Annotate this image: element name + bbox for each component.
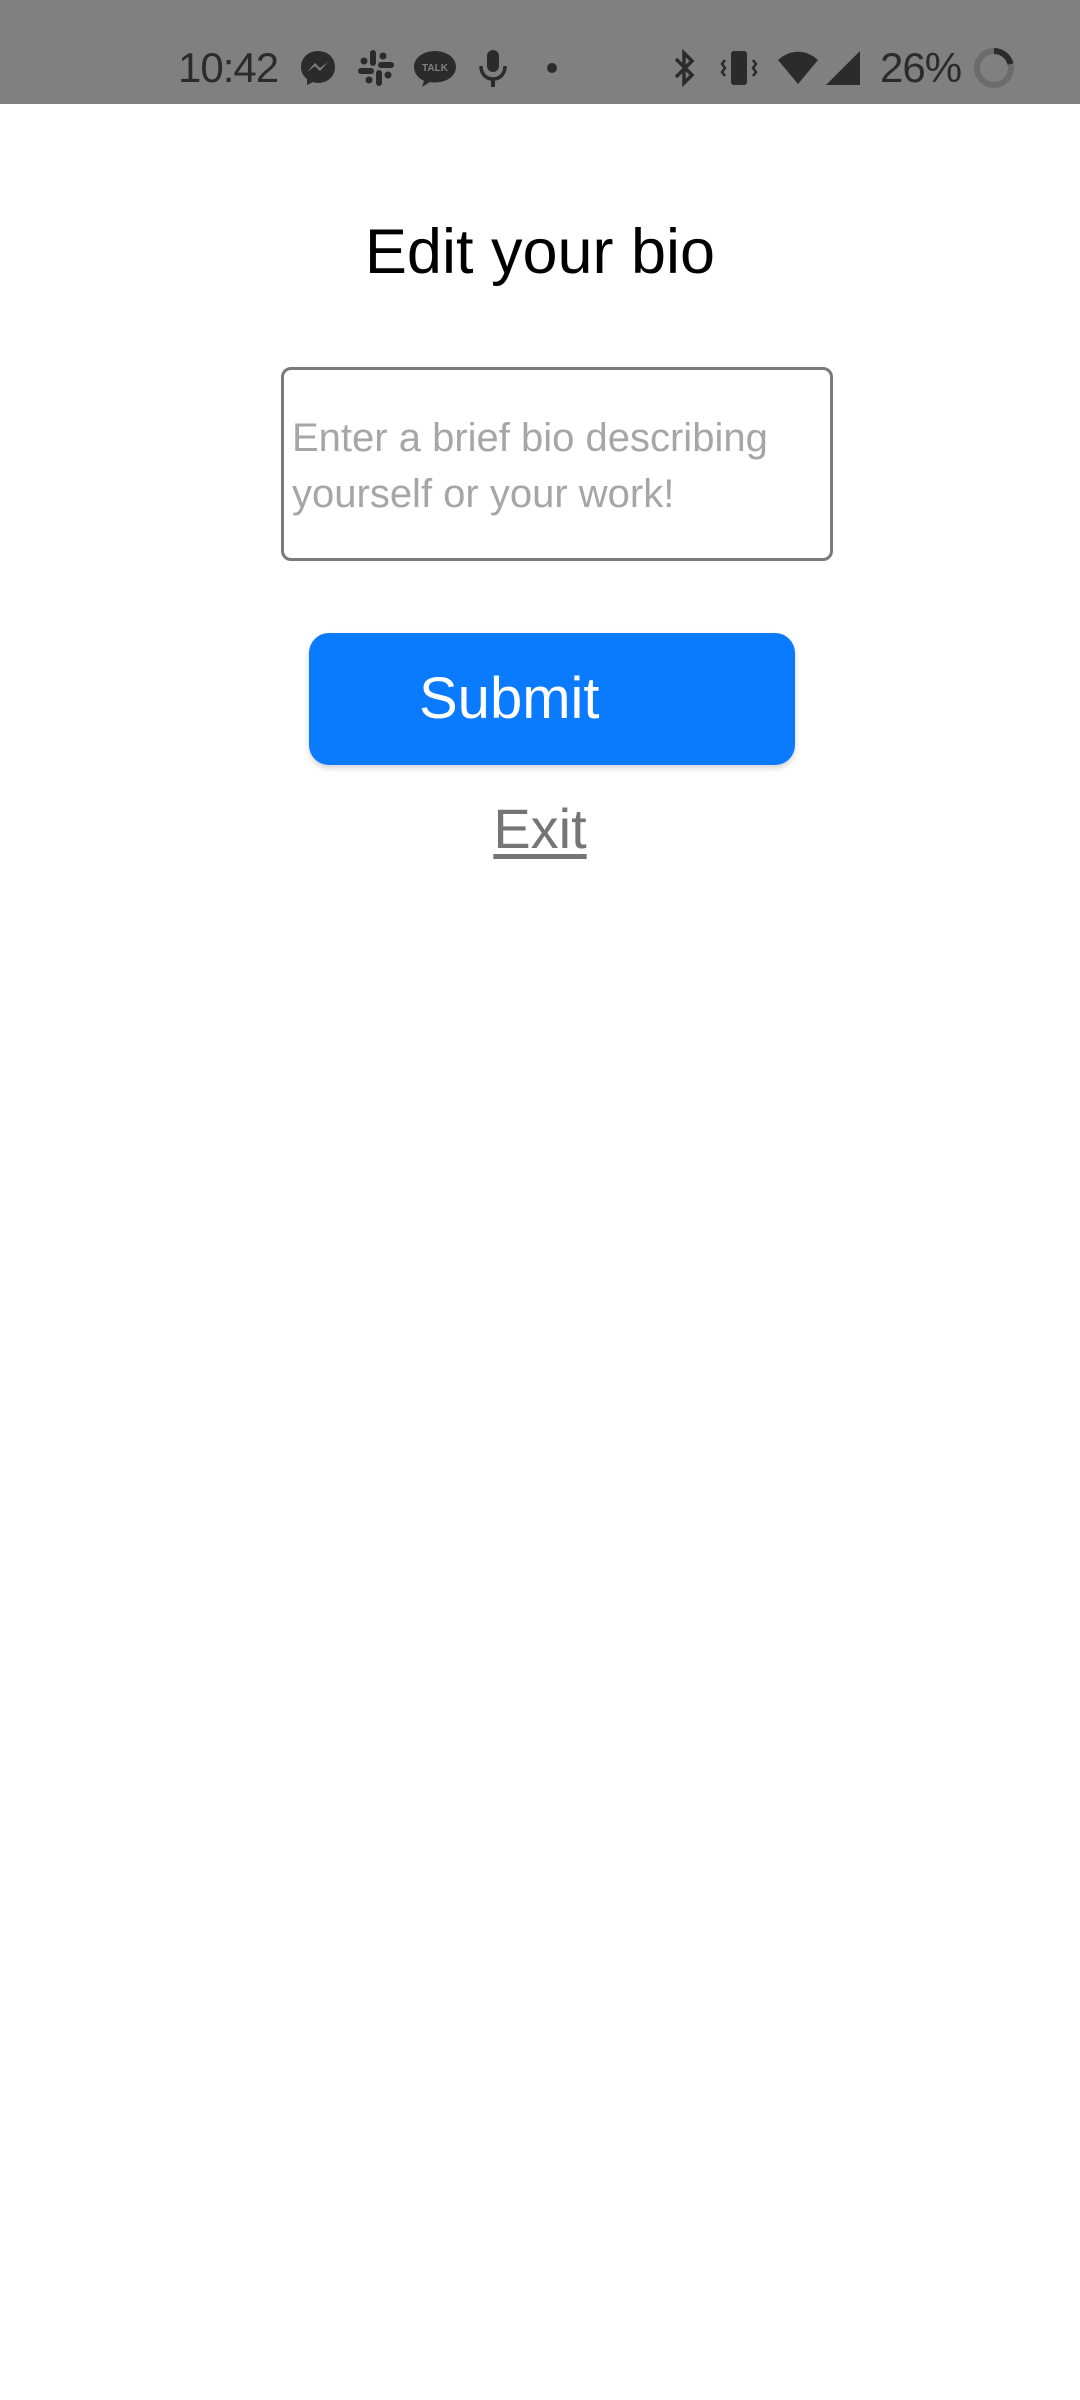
exit-link[interactable]: Exit [493,797,586,860]
edit-bio-screen: 10:42 TALK 26% Edit your bio Enter a bri… [0,0,1080,2400]
battery-ring-icon [972,46,1016,90]
page-title: Edit your bio [364,217,716,287]
status-bar: 10:42 TALK 26% [0,0,1080,104]
cellular-signal-icon [824,48,864,88]
messenger-icon [298,48,338,88]
wifi-icon [776,48,820,88]
battery-percent: 26% [880,44,962,91]
dot-icon [540,48,564,88]
svg-text:TALK: TALK [422,63,449,74]
bio-input[interactable] [281,367,833,561]
kakaotalk-icon: TALK [412,48,458,88]
slack-icon [356,48,396,88]
status-time: 10:42 [178,44,279,91]
submit-button[interactable]: Submit [309,633,795,765]
vibrate-icon [718,48,760,88]
microphone-icon [476,48,510,88]
exit-link-container: Exit [0,794,1080,864]
bluetooth-icon [670,48,700,88]
